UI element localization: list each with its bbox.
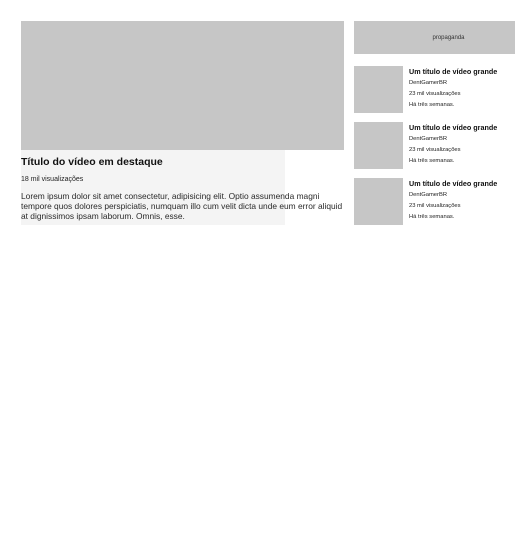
advertisement-banner[interactable]: propaganda [354, 21, 515, 54]
sidebar-video-title[interactable]: Um título de vídeo grande [409, 179, 497, 188]
sidebar-video-title[interactable]: Um título de vídeo grande [409, 123, 497, 132]
sidebar-video-channel[interactable]: DentGamerBR [409, 80, 447, 86]
sidebar-video-thumbnail[interactable] [354, 66, 403, 113]
sidebar-video-card[interactable]: Um título de vídeo grande DentGamerBR 23… [354, 178, 515, 225]
featured-video-description: Lorem ipsum dolor sit amet consectetur, … [21, 191, 343, 222]
sidebar-video-time: Há três semanas. [409, 158, 455, 164]
featured-video-views: 18 mil visualizações [21, 176, 84, 183]
sidebar-video-channel[interactable]: DentGamerBR [409, 136, 447, 142]
sidebar-video-time: Há três semanas. [409, 102, 455, 108]
sidebar-video-thumbnail[interactable] [354, 122, 403, 169]
sidebar-video-thumbnail[interactable] [354, 178, 403, 225]
sidebar-video-title[interactable]: Um título de vídeo grande [409, 67, 497, 76]
sidebar-video-views: 23 mil visualizações [409, 203, 461, 209]
advertisement-label: propaganda [432, 34, 465, 41]
featured-video-title[interactable]: Título do vídeo em destaque [21, 156, 163, 168]
sidebar-video-card[interactable]: Um título de vídeo grande DentGamerBR 23… [354, 66, 515, 113]
sidebar-video-channel[interactable]: DentGamerBR [409, 192, 447, 198]
sidebar-video-time: Há três semanas. [409, 214, 455, 220]
sidebar-video-views: 23 mil visualizações [409, 91, 461, 97]
featured-video-player[interactable] [21, 21, 344, 150]
sidebar-video-card[interactable]: Um título de vídeo grande DentGamerBR 23… [354, 122, 515, 169]
sidebar-video-views: 23 mil visualizações [409, 147, 461, 153]
